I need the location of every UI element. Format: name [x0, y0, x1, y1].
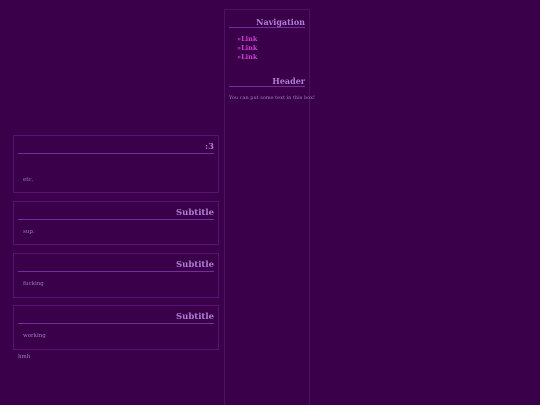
post-box-4: Subtitle working — [13, 305, 219, 350]
post-divider — [18, 153, 214, 154]
nav-link-1[interactable]: »Link — [237, 35, 257, 44]
header-heading: Header — [272, 76, 305, 86]
post-title: Subtitle — [176, 312, 214, 322]
footer-text: hmh — [18, 354, 31, 360]
navigation-divider — [229, 27, 305, 28]
post-body: sup. — [23, 229, 35, 235]
post-divider — [18, 323, 214, 324]
post-title: Subtitle — [176, 260, 214, 270]
sidebar: Navigation »Link »Link »Link Header You … — [224, 9, 315, 405]
post-box-1: :3 etc. — [13, 135, 219, 193]
post-body: fucking — [23, 281, 44, 287]
post-box-2: Subtitle sup. — [13, 201, 219, 245]
post-body: etc. — [23, 177, 34, 183]
sidebar-box-text: You can put some text in this box! — [229, 95, 315, 101]
header-divider — [229, 86, 305, 87]
nav-link-2[interactable]: »Link — [237, 44, 257, 53]
nav-link-3[interactable]: »Link — [237, 53, 257, 62]
post-divider — [18, 271, 214, 272]
page: :3 etc. Subtitle sup. Subtitle fucking S… — [0, 0, 540, 405]
post-divider — [18, 219, 214, 220]
post-body: working — [23, 333, 46, 339]
post-title: Subtitle — [176, 208, 214, 218]
nav-list: »Link »Link »Link — [237, 35, 257, 62]
post-title: :3 — [204, 142, 214, 152]
post-box-3: Subtitle fucking — [13, 253, 219, 298]
navigation-heading: Navigation — [256, 17, 305, 27]
